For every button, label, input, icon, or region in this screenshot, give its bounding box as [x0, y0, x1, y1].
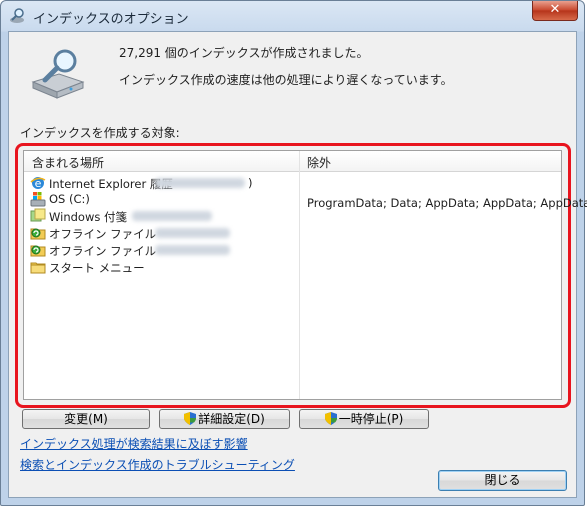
uac-shield-icon	[184, 412, 197, 425]
offline-files-icon	[30, 245, 46, 257]
dialog-body: 27,291 個のインデックスが作成されました。 インデックス作成の速度は他の処…	[8, 31, 587, 498]
redacted-username	[155, 245, 230, 255]
locations-list[interactable]: 含まれる場所 除外 e Internet Explorer 履歴 ) OS (C…	[23, 150, 587, 400]
modify-button[interactable]: 変更(M)	[22, 409, 150, 429]
internet-explorer-icon: e	[30, 177, 46, 190]
indexing-magnifier-icon	[10, 8, 24, 23]
list-item-sticky-notes[interactable]: Windows 付箋	[30, 208, 290, 225]
location-label-suffix: )	[248, 176, 253, 190]
column-divider	[299, 151, 300, 399]
offline-files-icon	[30, 228, 46, 240]
redacted-username	[155, 178, 245, 188]
close-window-button[interactable]: ✕	[532, 1, 578, 21]
list-item-start-menu[interactable]: スタート メニュー	[30, 259, 290, 276]
indexing-drive-icon	[31, 49, 85, 99]
highlight-box: 含まれる場所 除外 e Internet Explorer 履歴 ) OS (C…	[15, 143, 587, 408]
folder-icon	[30, 262, 46, 274]
list-item-offline-files[interactable]: オフライン ファイル	[30, 225, 290, 242]
window-title: インデックスのオプション	[33, 12, 189, 27]
column-excluded[interactable]: 除外	[307, 154, 331, 171]
list-header: 含まれる場所 除外	[24, 151, 561, 172]
advanced-button[interactable]: 詳細設定(D)	[159, 409, 290, 429]
pause-button-label: 一時停止(P)	[338, 412, 404, 426]
indexed-count-text: 27,291 個のインデックスが作成されました。	[119, 46, 369, 60]
redacted-username	[132, 211, 212, 221]
location-label: オフライン ファイル	[49, 244, 157, 258]
excluded-folders: ProgramData; Data; AppData; AppData; App…	[307, 196, 587, 210]
location-label: スタート メニュー	[49, 261, 145, 275]
close-button[interactable]: 閉じる	[438, 470, 567, 491]
windows-drive-icon	[30, 192, 46, 207]
location-label: オフライン ファイル	[49, 227, 157, 241]
indexing-speed-status: インデックス作成の速度は他の処理により遅くなっています。	[119, 73, 453, 87]
location-label: OS (C:)	[49, 192, 90, 206]
list-item-os-drive[interactable]: OS (C:)	[30, 191, 290, 208]
troubleshoot-link[interactable]: 検索とインデックス作成のトラブルシューティング	[20, 456, 295, 473]
sticky-notes-icon	[30, 208, 46, 222]
uac-shield-icon	[324, 412, 337, 425]
indexing-effect-link[interactable]: インデックス処理が検索結果に及ぼす影響	[20, 435, 248, 452]
title-bar[interactable]: インデックスのオプション ✕	[1, 1, 584, 31]
index-locations-label: インデックスを作成する対象:	[20, 126, 180, 140]
redacted-username	[155, 228, 230, 238]
advanced-button-label: 詳細設定(D)	[198, 412, 265, 426]
list-item-offline-files[interactable]: オフライン ファイル	[30, 242, 290, 259]
indexing-options-window: インデックスのオプション ✕ 27,291 個のインデックスが作成されました。 …	[0, 0, 587, 506]
column-included[interactable]: 含まれる場所	[32, 154, 104, 171]
location-label: Windows 付箋	[49, 210, 127, 224]
pause-button[interactable]: 一時停止(P)	[299, 409, 429, 429]
list-item-ie-history[interactable]: e Internet Explorer 履歴 )	[30, 175, 290, 192]
